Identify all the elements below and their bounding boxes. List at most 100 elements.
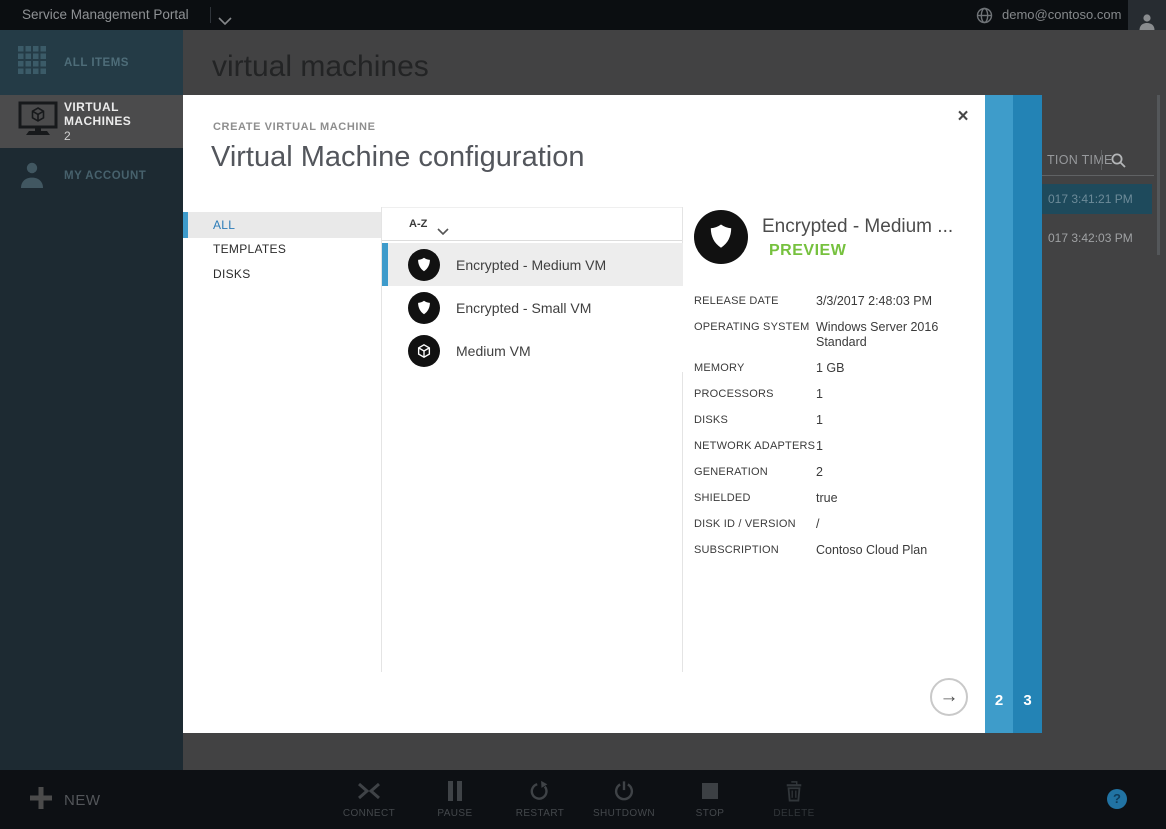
sidebar-item-all-items[interactable]: ALL ITEMS <box>0 30 183 95</box>
detail-label: NETWORK ADAPTERS <box>694 439 816 454</box>
pause-button[interactable]: PAUSE <box>420 778 490 819</box>
new-button-label: NEW <box>64 792 101 809</box>
sidebar-item-label: VIRTUAL MACHINES <box>64 100 183 128</box>
detail-row: DISKS 1 <box>694 413 984 428</box>
monitor-icon <box>18 101 58 142</box>
dialog-nav-disks[interactable]: DISKS <box>213 267 251 281</box>
sidebar-item-virtual-machines[interactable]: VIRTUAL MACHINES 2 <box>0 95 183 148</box>
action-label: SHUTDOWN <box>589 808 659 819</box>
pause-icon <box>420 778 490 804</box>
detail-value: 2 <box>816 465 966 480</box>
list-item-encrypted-medium-vm[interactable]: Encrypted - Medium VM <box>382 243 683 286</box>
sidebar: ALL ITEMS VIRTUAL MACHINES 2 MY ACCOUN <box>0 30 183 770</box>
avatar[interactable] <box>1128 0 1166 30</box>
list-item-label: Encrypted - Medium VM <box>456 257 606 273</box>
stop-button[interactable]: STOP <box>675 778 745 819</box>
power-icon <box>589 778 659 804</box>
new-button[interactable]: NEW <box>30 787 101 814</box>
scrollbar[interactable] <box>1157 95 1160 255</box>
sidebar-item-my-account[interactable]: MY ACCOUNT <box>0 148 183 204</box>
action-label: DELETE <box>759 808 829 819</box>
detail-value: 1 GB <box>816 361 966 376</box>
user-email[interactable]: demo@contoso.com <box>1002 0 1121 30</box>
table-row[interactable]: 017 3:42:03 PM <box>1048 231 1133 245</box>
cube-icon <box>408 335 440 367</box>
detail-row: SHIELDED true <box>694 491 984 506</box>
detail-label: RELEASE DATE <box>694 294 816 309</box>
divider <box>382 240 682 241</box>
restart-button[interactable]: RESTART <box>505 778 575 819</box>
action-label: CONNECT <box>334 808 404 819</box>
dialog-nav-label: ALL <box>213 218 235 232</box>
table-row[interactable]: 017 3:41:21 PM <box>1042 184 1152 214</box>
shield-icon <box>694 210 748 264</box>
delete-button[interactable]: DELETE <box>759 778 829 819</box>
wizard-page-number: 3 <box>1013 692 1042 709</box>
chevron-down-icon[interactable] <box>218 12 232 30</box>
sidebar-item-label: ALL ITEMS <box>64 57 129 69</box>
list-item-label: Encrypted - Small VM <box>456 300 591 316</box>
search-icon[interactable] <box>1110 152 1127 174</box>
restart-icon <box>505 778 575 804</box>
detail-row: GENERATION 2 <box>694 465 984 480</box>
list-item-medium-vm[interactable]: Medium VM <box>382 329 683 372</box>
action-label: STOP <box>675 808 745 819</box>
wizard-page-3-strip[interactable]: 3 <box>1013 95 1042 733</box>
detail-value: 1 <box>816 413 966 428</box>
detail-label: GENERATION <box>694 465 816 480</box>
detail-value: 3/3/2017 2:48:03 PM <box>816 294 966 309</box>
wizard-page-number: 2 <box>985 692 1013 709</box>
detail-value: Contoso Cloud Plan <box>816 543 966 558</box>
detail-label: DISKS <box>694 413 816 428</box>
next-arrow-button[interactable]: → <box>930 678 968 716</box>
detail-row: PROCESSORS 1 <box>694 387 984 402</box>
list-item-label: Medium VM <box>456 343 531 359</box>
vm-details-list: RELEASE DATE 3/3/2017 2:48:03 PM OPERATI… <box>694 294 984 569</box>
dialog-eyebrow: CREATE VIRTUAL MACHINE <box>213 121 376 133</box>
detail-label: DISK ID / VERSION <box>694 517 816 532</box>
connect-icon <box>334 778 404 804</box>
action-label: PAUSE <box>420 808 490 819</box>
detail-value: Windows Server 2016 Standard <box>816 320 966 350</box>
detail-value: 1 <box>816 387 966 402</box>
detail-label: SUBSCRIPTION <box>694 543 816 558</box>
sidebar-item-label: MY ACCOUNT <box>64 170 146 182</box>
detail-row: MEMORY 1 GB <box>694 361 984 376</box>
dialog-nav-all[interactable]: ALL <box>183 212 381 238</box>
command-bar: NEW CONNECT PAUSE RESTART <box>0 770 1166 829</box>
topbar-divider <box>210 7 211 23</box>
shield-icon <box>408 249 440 281</box>
shutdown-button[interactable]: SHUTDOWN <box>589 778 659 819</box>
detail-value: / <box>816 517 966 532</box>
create-vm-dialog: × CREATE VIRTUAL MACHINE Virtual Machine… <box>183 95 985 733</box>
sort-dropdown[interactable]: A-Z <box>409 218 427 230</box>
dialog-title: Virtual Machine configuration <box>211 141 584 174</box>
page-title: virtual machines <box>212 50 429 84</box>
close-icon[interactable]: × <box>951 105 975 129</box>
chevron-down-icon[interactable] <box>437 222 449 240</box>
list-item-encrypted-small-vm[interactable]: Encrypted - Small VM <box>382 286 683 329</box>
globe-icon[interactable] <box>976 7 993 29</box>
grid-icon <box>18 46 46 79</box>
detail-row: OPERATING SYSTEM Windows Server 2016 Sta… <box>694 320 984 350</box>
detail-row: NETWORK ADAPTERS 1 <box>694 439 984 454</box>
column-divider <box>1101 150 1102 170</box>
person-icon <box>18 160 46 193</box>
wizard-page-2-strip[interactable]: 2 <box>985 95 1013 733</box>
creation-time-column-header[interactable]: TION TIME <box>1047 153 1113 167</box>
detail-label: OPERATING SYSTEM <box>694 320 816 350</box>
trash-icon <box>759 778 829 804</box>
connect-button[interactable]: CONNECT <box>334 778 404 819</box>
plus-icon <box>30 787 52 814</box>
detail-row: RELEASE DATE 3/3/2017 2:48:03 PM <box>694 294 984 309</box>
detail-label: PROCESSORS <box>694 387 816 402</box>
detail-row: SUBSCRIPTION Contoso Cloud Plan <box>694 543 984 558</box>
top-bar: Service Management Portal demo@contoso.c… <box>0 0 1166 30</box>
help-button[interactable]: ? <box>1107 789 1127 809</box>
preview-badge: PREVIEW <box>769 242 846 260</box>
dialog-nav-templates[interactable]: TEMPLATES <box>213 242 286 256</box>
vm-count: 2 <box>64 129 183 143</box>
shield-icon <box>408 292 440 324</box>
stop-icon <box>675 778 745 804</box>
divider <box>381 207 683 208</box>
